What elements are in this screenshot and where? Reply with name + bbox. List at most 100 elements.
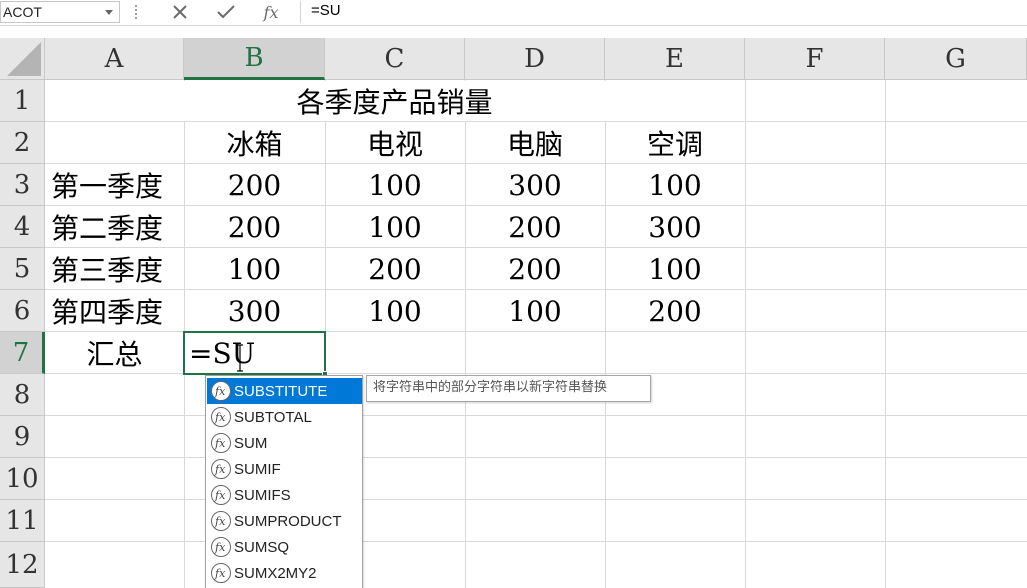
insert-function-button[interactable]: fx xyxy=(258,1,284,23)
gridline xyxy=(45,541,1027,542)
autocomplete-label: SUMPRODUCT xyxy=(234,512,342,530)
column-header-e[interactable]: E xyxy=(605,38,745,80)
autocomplete-label: SUMIFS xyxy=(234,486,291,504)
autocomplete-item-sumifs[interactable]: fx SUMIFS xyxy=(207,482,362,508)
column-header-d[interactable]: D xyxy=(465,38,605,80)
active-cell-b7[interactable]: =SU xyxy=(183,331,328,377)
function-icon: fx xyxy=(211,381,231,401)
select-all-corner[interactable] xyxy=(0,38,45,80)
header-cell-tv[interactable]: 电视 xyxy=(325,122,465,164)
gridline xyxy=(45,415,1027,416)
column-header-c[interactable]: C xyxy=(325,38,465,80)
row-header-1[interactable]: 1 xyxy=(0,80,45,122)
autocomplete-label: SUBSTITUTE xyxy=(234,382,328,400)
autocomplete-label: SUM xyxy=(234,434,268,452)
quarter-label[interactable]: 第一季度 xyxy=(45,164,184,206)
quarter-label[interactable]: 第三季度 xyxy=(45,248,184,290)
svg-text:fx: fx xyxy=(214,463,226,476)
chevron-down-icon[interactable] xyxy=(105,10,113,15)
column-header-f[interactable]: F xyxy=(745,38,885,80)
formula-input[interactable]: =SU xyxy=(300,1,1027,23)
autocomplete-item-sumsq[interactable]: fx SUMSQ xyxy=(207,534,362,560)
autocomplete-label: SUBTOTAL xyxy=(234,408,312,426)
data-cell[interactable]: 200 xyxy=(605,290,745,332)
autocomplete-item-subtotal[interactable]: fx SUBTOTAL xyxy=(207,404,362,430)
enter-button[interactable] xyxy=(213,1,239,23)
row-header-7[interactable]: 7 xyxy=(0,332,45,374)
column-header-g[interactable]: G xyxy=(885,38,1027,80)
svg-text:fx: fx xyxy=(214,567,226,580)
svg-text:fx: fx xyxy=(214,515,226,528)
data-cell[interactable]: 200 xyxy=(325,248,465,290)
quarter-label[interactable]: 第四季度 xyxy=(45,290,184,332)
function-autocomplete-list[interactable]: fx SUBSTITUTE fx SUBTOTAL fx SUM fx SUMI… xyxy=(205,375,363,588)
row-header-5[interactable]: 5 xyxy=(0,248,45,290)
summary-label[interactable]: 汇总 xyxy=(45,332,184,374)
quarter-label[interactable]: 第二季度 xyxy=(45,206,184,248)
function-tooltip: 将字符串中的部分字符串以新字符串替换 xyxy=(366,375,651,402)
data-cell[interactable]: 100 xyxy=(465,290,605,332)
gridline xyxy=(745,80,746,588)
gridline xyxy=(45,499,1027,500)
name-box[interactable]: ACOT xyxy=(0,1,120,23)
cancel-icon xyxy=(173,5,187,19)
autocomplete-item-sumif[interactable]: fx SUMIF xyxy=(207,456,362,482)
row-header-11[interactable]: 11 xyxy=(0,500,45,542)
header-cell-computer[interactable]: 电脑 xyxy=(465,122,605,164)
function-icon: fx xyxy=(211,485,231,505)
autocomplete-item-substitute[interactable]: fx SUBSTITUTE xyxy=(207,378,362,404)
svg-text:fx: fx xyxy=(214,437,226,450)
insert-function-icon: fx xyxy=(263,2,279,22)
gridline xyxy=(45,457,1027,458)
data-cell[interactable]: 100 xyxy=(325,164,465,206)
column-header-a[interactable]: A xyxy=(45,38,184,80)
autocomplete-item-sumx2my2[interactable]: fx SUMX2MY2 xyxy=(207,560,362,586)
enter-icon xyxy=(217,5,235,19)
data-cell[interactable]: 200 xyxy=(184,164,325,206)
data-cell[interactable]: 100 xyxy=(325,206,465,248)
formula-bar-grip[interactable] xyxy=(135,5,137,19)
select-all-triangle-icon xyxy=(7,42,41,76)
name-box-value: ACOT xyxy=(3,4,42,20)
data-cell[interactable]: 100 xyxy=(605,164,745,206)
active-cell-text: =SU xyxy=(189,337,256,370)
svg-text:fx: fx xyxy=(214,385,226,398)
svg-text:fx: fx xyxy=(214,411,226,424)
row-header-2[interactable]: 2 xyxy=(0,122,45,164)
row-header-9[interactable]: 9 xyxy=(0,416,45,458)
sheet-title: 各季度产品销量 xyxy=(296,86,493,119)
function-icon: fx xyxy=(211,563,231,583)
row-header-12[interactable]: 12 xyxy=(0,542,45,588)
autocomplete-item-sumproduct[interactable]: fx SUMPRODUCT xyxy=(207,508,362,534)
column-header-b[interactable]: B xyxy=(184,38,325,80)
data-cell[interactable]: 300 xyxy=(605,206,745,248)
autocomplete-label: SUMIF xyxy=(234,460,281,478)
data-cell[interactable]: 100 xyxy=(605,248,745,290)
data-cell[interactable]: 300 xyxy=(465,164,605,206)
row-header-8[interactable]: 8 xyxy=(0,374,45,416)
data-cell[interactable]: 100 xyxy=(325,290,465,332)
row-header-6[interactable]: 6 xyxy=(0,290,45,332)
svg-text:fx: fx xyxy=(214,541,226,554)
function-icon: fx xyxy=(211,407,231,427)
row-header-3[interactable]: 3 xyxy=(0,164,45,206)
header-cell-ac[interactable]: 空调 xyxy=(605,122,745,164)
header-cell-fridge[interactable]: 冰箱 xyxy=(184,122,325,164)
autocomplete-label: SUMX2MY2 xyxy=(234,564,317,582)
autocomplete-item-sum[interactable]: fx SUM xyxy=(207,430,362,456)
svg-text:fx: fx xyxy=(214,489,226,502)
data-cell[interactable]: 200 xyxy=(184,206,325,248)
data-cell[interactable]: 100 xyxy=(184,248,325,290)
row-header-10[interactable]: 10 xyxy=(0,458,45,500)
data-cell[interactable]: 300 xyxy=(184,290,325,332)
gridline xyxy=(885,80,886,588)
function-icon: fx xyxy=(211,537,231,557)
text-cursor-icon xyxy=(237,344,243,372)
function-icon: fx xyxy=(211,459,231,479)
autocomplete-label: SUMSQ xyxy=(234,538,290,556)
data-cell[interactable]: 200 xyxy=(465,206,605,248)
function-icon: fx xyxy=(211,433,231,453)
data-cell[interactable]: 200 xyxy=(465,248,605,290)
row-header-4[interactable]: 4 xyxy=(0,206,45,248)
cancel-button[interactable] xyxy=(167,1,193,23)
